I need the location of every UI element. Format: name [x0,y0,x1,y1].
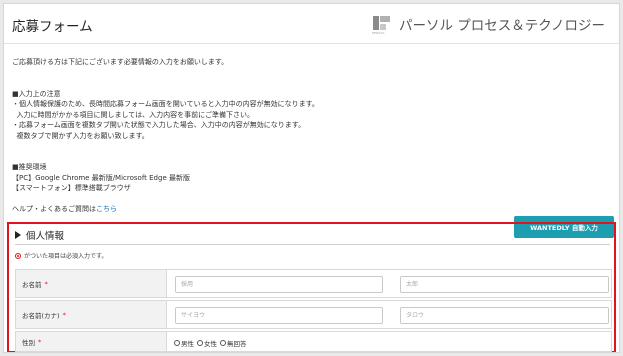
required-mark-icon [15,252,21,259]
env-line: 【スマートフォン】標準搭載ブラウザ [12,184,131,192]
notes-heading: ■入力上の注意 [12,89,61,98]
gender-option-male[interactable]: 男性 [174,338,194,348]
persol-logo-icon: PERSOL [372,14,391,35]
help-line: ヘルプ・よくあるご質問はこちら [12,205,117,213]
section-header[interactable]: 個人情報 [15,228,64,242]
first-name-input[interactable]: 太郎 [400,276,609,293]
section-title: 個人情報 [26,231,65,242]
logo-text: パーソル プロセス＆テクノロジー [399,18,605,34]
gender-label: 性別 * [16,332,167,351]
name-row: お名前 * 採用 太郎 [15,269,612,298]
first-name-kana-input[interactable]: タロウ [400,307,609,324]
kana-label: お名前(カナ) * [16,301,167,328]
lead-text: ご応募頂ける方は下記にございます必要情報の入力をお願いします。 [12,58,229,66]
company-logo[interactable]: PERSOL パーソル プロセス＆テクノロジー [372,13,605,35]
note-line: 入力に時間がかかる項目に関しましては、入力内容を事前にご準備下さい。 [12,110,254,119]
note-line: 複数タブで開かず入力をお願い致します。 [12,131,149,140]
required-note: がついた項目は必須入力です。 [15,251,107,260]
page-header: 応募フォーム PERSOL パーソル プロセス＆テクノロジー [4,4,619,44]
instructions: ご応募頂ける方は下記にございます必要情報の入力をお願いします。 ■入力上の注意 … [12,57,612,215]
application-form-page: 応募フォーム PERSOL パーソル プロセス＆テクノロジー ご応募頂ける方は下… [3,3,620,353]
required-star: * [62,310,66,319]
env-heading: ■推奨環境 [12,163,47,171]
radio-circle-icon [197,340,203,346]
personal-info-section: 個人情報 がついた項目は必須入力です。 お名前 * 採用 太郎 お名前(カナ) * … [7,222,616,352]
note-line: ・応募フォーム画面を複数タブ開いた状態で入力した場合、入力中の内容が無効になりま… [12,121,306,129]
radio-circle-icon [220,340,226,346]
kana-row: お名前(カナ) * サイヨウ タロウ [15,300,612,329]
expand-triangle-icon [15,231,21,239]
radio-circle-icon [174,340,180,346]
gender-option-female[interactable]: 女性 [197,338,217,348]
gender-option-none[interactable]: 無回答 [220,338,247,348]
env-line: 【PC】Google Chrome 最新版/Microsoft Edge 最新版 [12,173,190,182]
page-title: 応募フォーム [12,19,93,35]
gender-radio-group: 男性 女性 無回答 [174,338,250,348]
last-name-kana-input[interactable]: サイヨウ [175,307,383,324]
note-line: ・個人情報保護のため、長時間応募フォーム画面を開いていると入力中の内容が無効にな… [12,100,319,108]
required-star: * [38,337,42,346]
name-label: お名前 * [16,270,167,297]
required-star: * [44,279,48,288]
gender-row: 性別 * 男性 女性 無回答 [15,331,612,352]
section-divider [15,244,610,245]
last-name-input[interactable]: 採用 [175,276,383,293]
help-link[interactable]: こちら [96,205,117,213]
